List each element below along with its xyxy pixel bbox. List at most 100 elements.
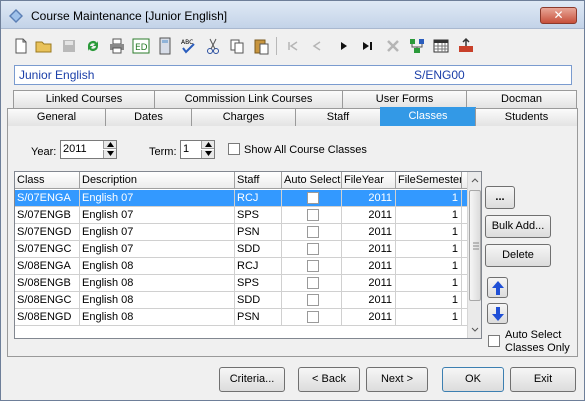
table-row[interactable]: S/08ENGB English 08 SPS 2011 1 [15, 275, 469, 292]
auto-select-classes-only-checkbox[interactable] [488, 335, 500, 347]
table-row[interactable]: S/07ENGA English 07 RCJ 2011 1 [15, 190, 469, 207]
spin-down-icon[interactable] [201, 150, 214, 158]
auto-select-checkbox[interactable] [307, 243, 319, 255]
last-record-icon[interactable] [357, 36, 377, 56]
calculator-icon[interactable] [155, 36, 175, 56]
ellipsis-button[interactable]: ... [485, 186, 515, 209]
tab-classes[interactable]: Classes [380, 107, 476, 126]
term-value: 1 [183, 143, 190, 155]
auto-select-cell [282, 258, 342, 275]
grid-cell: English 08 [80, 292, 235, 309]
table-row[interactable]: S/08ENGC English 08 SDD 2011 1 [15, 292, 469, 309]
grid-cell: 2011 [342, 207, 396, 224]
blue-up-arrow-icon [492, 281, 504, 295]
col-auto-select[interactable]: Auto Select [282, 172, 342, 189]
year-spinner[interactable]: 2011 [60, 140, 117, 159]
grid-cell: S/07ENGB [15, 207, 80, 224]
paste-icon[interactable] [251, 36, 271, 56]
criteria-button[interactable]: Criteria... [219, 367, 285, 392]
grid-cell: 1 [396, 224, 462, 241]
title-bar[interactable]: Course Maintenance [Junior English] ✕ [1, 1, 584, 29]
auto-select-checkbox[interactable] [307, 192, 319, 204]
grid-cell: English 07 [80, 241, 235, 258]
grid-cell: English 07 [80, 207, 235, 224]
auto-select-checkbox[interactable] [307, 294, 319, 306]
auto-select-checkbox[interactable] [307, 311, 319, 323]
spin-up-icon[interactable] [103, 141, 116, 149]
table-row[interactable]: S/08ENGA English 08 RCJ 2011 1 [15, 258, 469, 275]
auto-select-cell [282, 292, 342, 309]
next-record-icon[interactable] [333, 36, 353, 56]
term-spinner[interactable]: 1 [180, 140, 215, 159]
auto-select-cell [282, 309, 342, 326]
scroll-down-icon[interactable] [468, 323, 481, 337]
bulk-add-button[interactable]: Bulk Add... [485, 215, 551, 238]
tab-general[interactable]: General [7, 108, 106, 126]
classes-grid[interactable]: Class Description Staff Auto Select File… [14, 171, 482, 339]
open-folder-icon[interactable] [34, 36, 54, 56]
export-icon[interactable] [456, 36, 476, 56]
term-label: Term: [149, 146, 177, 158]
new-document-icon[interactable] [11, 36, 31, 56]
scroll-thumb[interactable] [469, 190, 481, 301]
cut-scissors-icon[interactable] [203, 36, 223, 56]
table-row[interactable]: S/07ENGB English 07 SPS 2011 1 [15, 207, 469, 224]
delete-button[interactable]: Delete [485, 244, 551, 267]
ok-button[interactable]: OK [442, 367, 504, 392]
show-all-classes-checkbox[interactable] [228, 143, 240, 155]
auto-select-cell [282, 275, 342, 292]
auto-select-checkbox[interactable] [307, 209, 319, 221]
tab-docman[interactable]: Docman [466, 90, 577, 108]
copy-icon[interactable] [227, 36, 247, 56]
print-icon[interactable] [107, 36, 127, 56]
tab-dates[interactable]: Dates [105, 108, 192, 126]
auto-select-checkbox[interactable] [307, 260, 319, 272]
tab-students[interactable]: Students [475, 108, 578, 126]
grid-cell: S/08ENGB [15, 275, 80, 292]
previous-record-icon[interactable] [307, 36, 327, 56]
col-file-semester[interactable]: FileSemester [396, 172, 462, 189]
move-down-button[interactable] [487, 303, 508, 324]
spell-check-icon[interactable]: ABC [179, 36, 199, 56]
grid-cell: English 07 [80, 190, 235, 207]
course-name: Junior English [19, 68, 95, 82]
spin-up-icon[interactable] [201, 141, 214, 149]
grid-cell: SDD [235, 292, 282, 309]
tab-charges[interactable]: Charges [191, 108, 296, 126]
auto-select-checkbox[interactable] [307, 277, 319, 289]
table-row[interactable]: S/07ENGC English 07 SDD 2011 1 [15, 241, 469, 258]
network-icon[interactable] [407, 36, 427, 56]
auto-select-checkbox[interactable] [307, 226, 319, 238]
col-staff[interactable]: Staff [235, 172, 282, 189]
grid-cell: 1 [396, 207, 462, 224]
grid-cell: 1 [396, 292, 462, 309]
next-button[interactable]: Next > [366, 367, 428, 392]
col-description[interactable]: Description [80, 172, 235, 189]
tab-linked-courses[interactable]: Linked Courses [13, 90, 155, 108]
col-file-year[interactable]: FileYear [342, 172, 396, 189]
grid-cell: S/08ENGA [15, 258, 80, 275]
tab-commission-link-courses[interactable]: Commission Link Courses [154, 90, 343, 108]
tab-staff[interactable]: Staff [295, 108, 381, 126]
tab-user-forms[interactable]: User Forms [342, 90, 467, 108]
calendar-grid-icon[interactable] [431, 36, 451, 56]
scroll-up-icon[interactable] [468, 173, 481, 187]
grid-cell: S/08ENGC [15, 292, 80, 309]
auto-select-cell [282, 241, 342, 258]
col-class[interactable]: Class [15, 172, 80, 189]
exit-button[interactable]: Exit [510, 367, 576, 392]
grid-cell: S/08ENGD [15, 309, 80, 326]
edit-mode-icon[interactable]: ED [131, 36, 151, 56]
close-button[interactable]: ✕ [540, 7, 577, 24]
delete-x-icon[interactable] [383, 36, 403, 56]
grid-vertical-scrollbar[interactable] [467, 172, 481, 338]
first-record-icon[interactable] [283, 36, 303, 56]
grid-cell: English 08 [80, 258, 235, 275]
table-row[interactable]: S/07ENGD English 07 PSN 2011 1 [15, 224, 469, 241]
refresh-icon[interactable] [83, 36, 103, 56]
back-button[interactable]: < Back [298, 367, 360, 392]
table-row[interactable]: S/08ENGD English 08 PSN 2011 1 [15, 309, 469, 326]
save-disk-icon[interactable] [59, 36, 79, 56]
spin-down-icon[interactable] [103, 150, 116, 158]
move-up-button[interactable] [487, 277, 508, 298]
